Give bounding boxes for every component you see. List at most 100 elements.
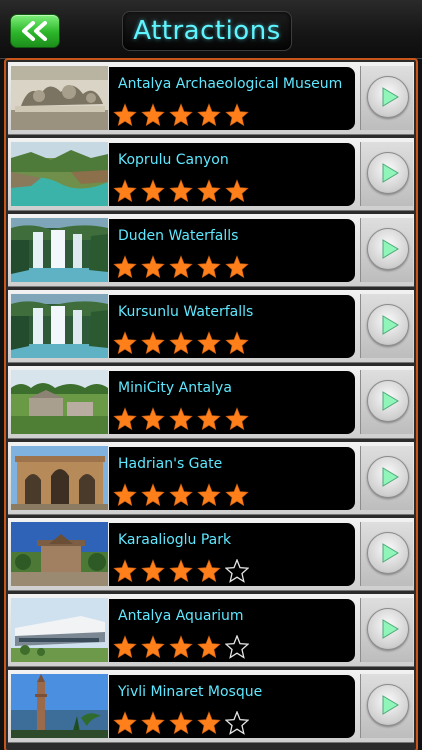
title-box: Attractions: [122, 11, 292, 51]
open-attraction-button[interactable]: [367, 608, 409, 650]
star-filled-icon: [197, 179, 225, 203]
play-arrow-icon: [382, 543, 399, 563]
star-filled-icon: [141, 483, 169, 507]
page-title: Attractions: [133, 16, 281, 46]
attractions-list: Antalya Archaeological Museum Koprulu Ca…: [4, 58, 418, 750]
item-name: Hadrian's Gate: [118, 456, 223, 472]
archaeological-museum-photo: [11, 66, 108, 130]
star-filled-icon: [197, 635, 225, 659]
item-info-panel: Hadrian's Gate: [109, 447, 355, 510]
open-attraction-button[interactable]: [367, 380, 409, 422]
item-info-panel: Kursunlu Waterfalls: [109, 295, 355, 358]
go-cell: [360, 294, 413, 358]
star-filled-icon: [169, 711, 197, 735]
list-item[interactable]: Koprulu Canyon: [8, 138, 414, 211]
star-filled-icon: [141, 711, 169, 735]
star-filled-icon: [197, 331, 225, 355]
roman-gate-photo: [11, 446, 108, 510]
rating-stars: [113, 255, 253, 281]
star-filled-icon: [141, 635, 169, 659]
rating-stars: [113, 559, 253, 585]
star-filled-icon: [225, 255, 253, 279]
play-arrow-icon: [382, 163, 399, 183]
item-name: Yivli Minaret Mosque: [118, 684, 263, 700]
play-arrow-icon: [382, 619, 399, 639]
star-empty-icon: [225, 711, 253, 735]
go-cell: [360, 218, 413, 282]
star-filled-icon: [113, 103, 141, 127]
star-filled-icon: [169, 179, 197, 203]
star-filled-icon: [169, 559, 197, 583]
star-filled-icon: [113, 711, 141, 735]
rating-stars: [113, 103, 253, 129]
list-item[interactable]: Kursunlu Waterfalls: [8, 290, 414, 363]
go-cell: [360, 522, 413, 586]
waterfall-photo: [11, 218, 108, 282]
star-filled-icon: [225, 331, 253, 355]
item-name: Antalya Archaeological Museum: [118, 76, 343, 92]
star-filled-icon: [141, 559, 169, 583]
app-screen: Attractions Antalya Archaeological Museu…: [0, 0, 422, 750]
waterfall-photo: [11, 294, 108, 358]
list-item[interactable]: Hadrian's Gate: [8, 442, 414, 515]
go-cell: [360, 446, 413, 510]
go-cell: [360, 674, 413, 738]
play-arrow-icon: [382, 467, 399, 487]
item-name: Antalya Aquarium: [118, 608, 244, 624]
list-item[interactable]: MiniCity Antalya: [8, 366, 414, 439]
open-attraction-button[interactable]: [367, 532, 409, 574]
go-cell: [360, 598, 413, 662]
star-filled-icon: [169, 407, 197, 431]
item-info-panel: Karaalioglu Park: [109, 523, 355, 586]
star-filled-icon: [225, 407, 253, 431]
aquarium-building-photo: [11, 598, 108, 662]
open-attraction-button[interactable]: [367, 684, 409, 726]
star-empty-icon: [225, 559, 253, 583]
list-item[interactable]: Karaalioglu Park: [8, 518, 414, 591]
rating-stars: [113, 635, 253, 661]
item-name: Koprulu Canyon: [118, 152, 229, 168]
list-item[interactable]: Yivli Minaret Mosque: [8, 670, 414, 743]
rating-stars: [113, 711, 253, 737]
canyon-photo: [11, 142, 108, 206]
item-info-panel: Duden Waterfalls: [109, 219, 355, 282]
play-arrow-icon: [382, 315, 399, 335]
star-filled-icon: [169, 255, 197, 279]
list-item[interactable]: Antalya Aquarium: [8, 594, 414, 667]
open-attraction-button[interactable]: [367, 76, 409, 118]
star-filled-icon: [113, 559, 141, 583]
star-filled-icon: [197, 255, 225, 279]
item-info-panel: Antalya Archaeological Museum: [109, 67, 355, 130]
star-filled-icon: [113, 483, 141, 507]
star-filled-icon: [197, 407, 225, 431]
list-item[interactable]: Duden Waterfalls: [8, 214, 414, 287]
miniature-park-photo: [11, 370, 108, 434]
item-name: MiniCity Antalya: [118, 380, 232, 396]
back-button[interactable]: [10, 14, 60, 48]
item-name: Kursunlu Waterfalls: [118, 304, 254, 320]
item-info-panel: MiniCity Antalya: [109, 371, 355, 434]
rating-stars: [113, 179, 253, 205]
open-attraction-button[interactable]: [367, 152, 409, 194]
star-empty-icon: [225, 635, 253, 659]
open-attraction-button[interactable]: [367, 304, 409, 346]
star-filled-icon: [141, 407, 169, 431]
play-arrow-icon: [382, 391, 399, 411]
open-attraction-button[interactable]: [367, 228, 409, 270]
star-filled-icon: [113, 179, 141, 203]
item-info-panel: Antalya Aquarium: [109, 599, 355, 662]
item-name: Karaalioglu Park: [118, 532, 232, 548]
go-cell: [360, 142, 413, 206]
star-filled-icon: [141, 103, 169, 127]
star-filled-icon: [113, 407, 141, 431]
star-filled-icon: [113, 331, 141, 355]
item-name: Duden Waterfalls: [118, 228, 239, 244]
open-attraction-button[interactable]: [367, 456, 409, 498]
star-filled-icon: [141, 179, 169, 203]
play-arrow-icon: [382, 695, 399, 715]
item-info-panel: Yivli Minaret Mosque: [109, 675, 355, 738]
star-filled-icon: [225, 179, 253, 203]
star-filled-icon: [113, 635, 141, 659]
list-item[interactable]: Antalya Archaeological Museum: [8, 62, 414, 135]
star-filled-icon: [225, 103, 253, 127]
